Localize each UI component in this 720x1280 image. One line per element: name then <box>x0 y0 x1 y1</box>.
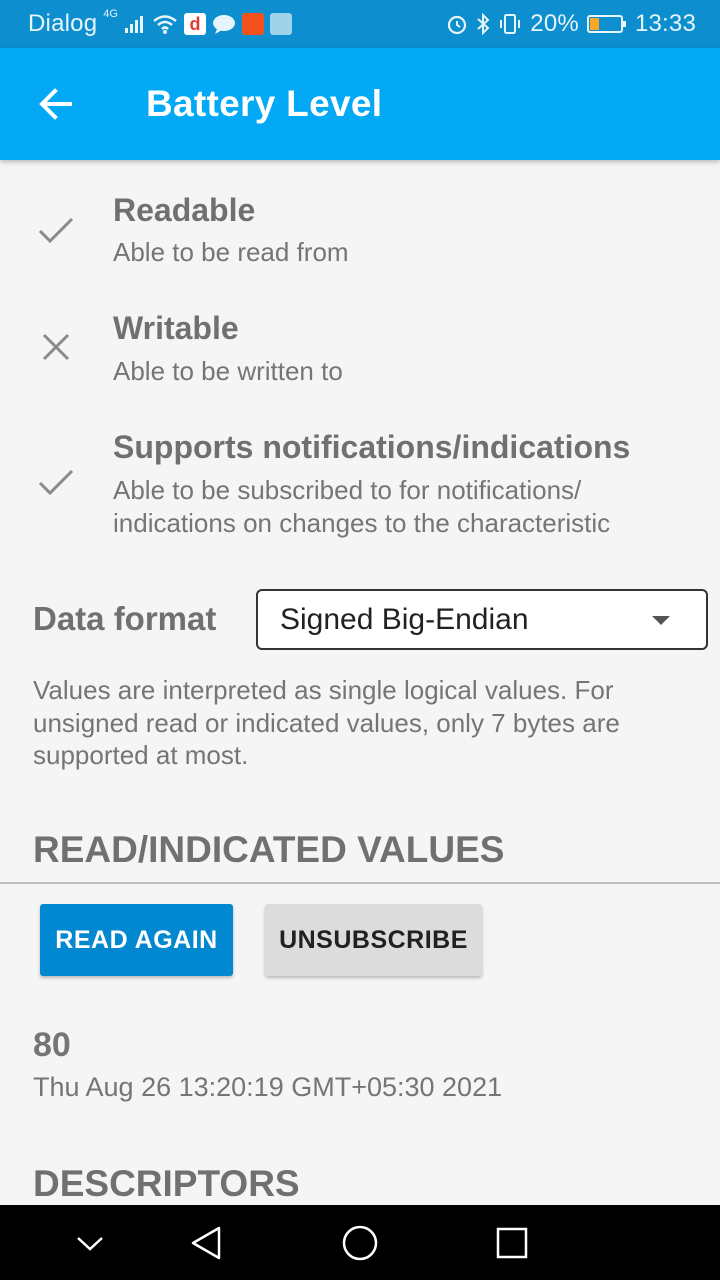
read-value: 80 <box>33 1026 71 1064</box>
property-description: Able to be written to <box>113 356 343 386</box>
property-title: Readable <box>113 192 256 228</box>
app-bar: Battery Level <box>0 48 720 160</box>
wifi-icon <box>152 13 178 35</box>
status-left: Dialog 4G d <box>28 0 292 48</box>
bluetooth-icon <box>476 13 490 35</box>
property-title: Supports notifications/indications <box>113 429 631 465</box>
read-values-header: READ/INDICATED VALUES <box>33 829 505 870</box>
carrier-name: Dialog <box>28 10 98 37</box>
close-icon <box>36 327 76 367</box>
navigation-bar <box>0 1205 720 1280</box>
unsubscribe-button[interactable]: UNSUBSCRIBE <box>265 904 482 976</box>
data-format-dropdown[interactable]: Signed Big-Endian <box>256 589 708 650</box>
descriptors-header: DESCRIPTORS <box>33 1163 300 1204</box>
page-title: Battery Level <box>146 83 383 124</box>
recents-square-icon[interactable] <box>472 1205 552 1280</box>
daraz-app-icon: d <box>183 13 206 35</box>
status-right: 20% 13:33 <box>446 0 696 48</box>
home-circle-icon[interactable] <box>320 1205 400 1280</box>
check-icon <box>36 210 76 250</box>
read-timestamp: Thu Aug 26 13:20:19 GMT+05:30 2021 <box>33 1072 503 1102</box>
message-icon <box>212 13 236 35</box>
arrow-back-icon[interactable] <box>36 84 76 124</box>
battery-percent: 20% <box>530 10 579 37</box>
data-format-selected: Signed Big-Endian <box>280 603 529 636</box>
vibrate-icon <box>498 13 522 35</box>
section-divider <box>0 882 720 884</box>
battery-icon <box>586 14 627 34</box>
data-format-help: Values are interpreted as single logical… <box>33 675 620 770</box>
property-description: Able to be read from <box>113 237 349 267</box>
check-icon <box>36 462 76 502</box>
signal-icon <box>124 14 146 34</box>
property-title: Writable <box>113 310 239 346</box>
gallery-app-icon <box>269 13 292 35</box>
data-format-label: Data format <box>33 600 217 637</box>
read-again-button[interactable]: READ AGAIN <box>40 904 233 976</box>
status-time: 13:33 <box>634 10 696 37</box>
property-description: Able to be subscribed to for notificatio… <box>113 475 611 538</box>
chevron-down-icon[interactable] <box>50 1205 130 1280</box>
back-triangle-icon[interactable] <box>166 1205 246 1280</box>
alarm-icon <box>446 13 468 35</box>
shopping-app-icon <box>241 13 264 35</box>
network-type: 4G <box>103 8 118 20</box>
status-bar: Dialog 4G d 20% 13:33 <box>0 0 720 48</box>
dropdown-arrow-icon <box>652 616 670 625</box>
